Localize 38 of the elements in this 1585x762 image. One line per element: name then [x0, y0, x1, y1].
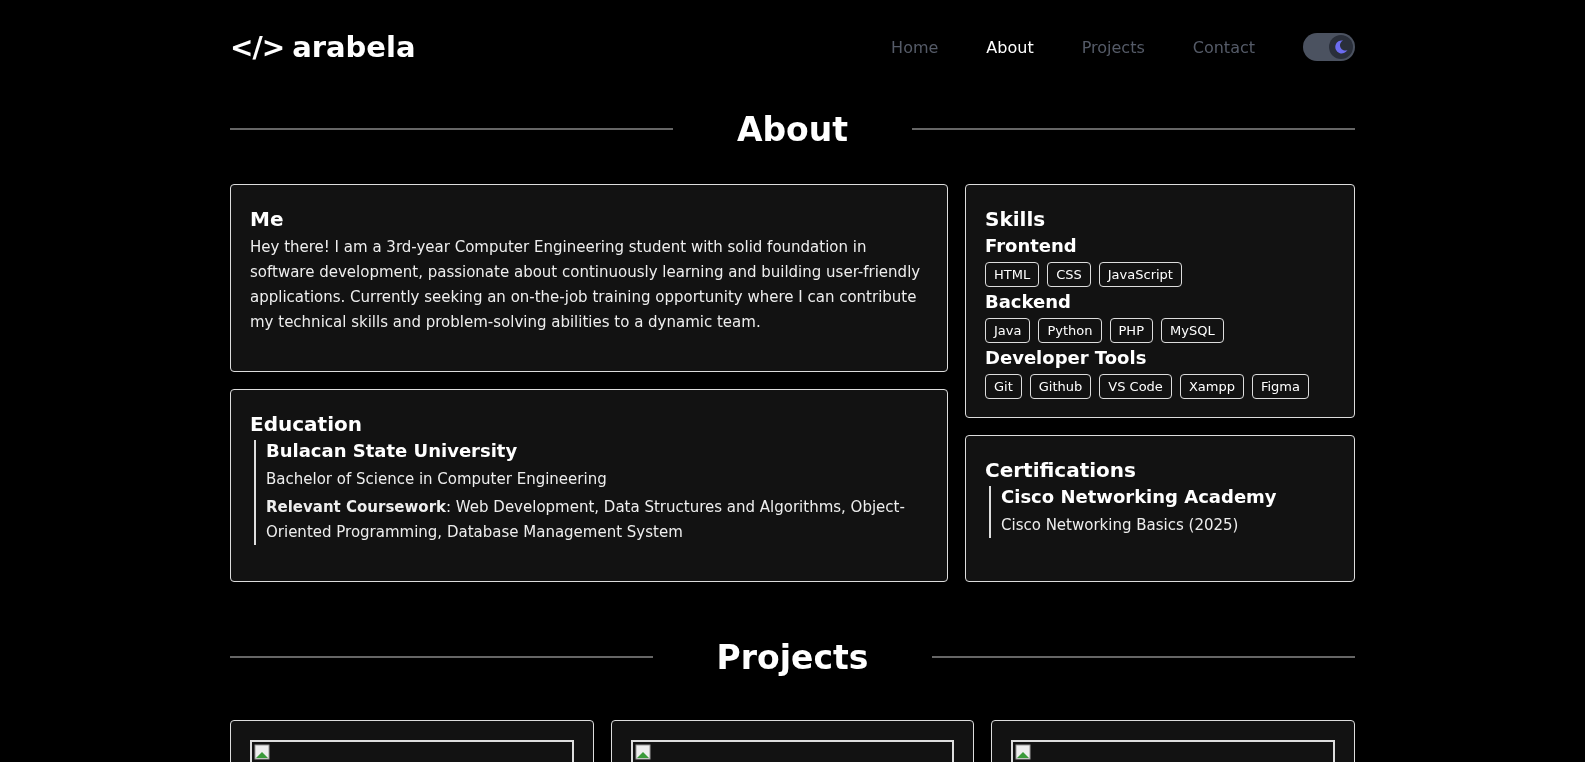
card-title: Me: [250, 207, 285, 231]
section-title: About: [736, 109, 849, 149]
card-title: Education: [250, 412, 363, 436]
section-title: Projects: [716, 637, 869, 677]
degree-text: Bachelor of Science in Computer Engineering: [266, 469, 608, 490]
skill-tag: Git: [985, 374, 1022, 399]
broken-image-icon: [254, 744, 270, 760]
card-title: Certifications: [985, 458, 1137, 482]
skill-tag: HTML: [985, 262, 1040, 287]
skill-tag: PHP: [1109, 318, 1153, 343]
skill-tag: Java: [985, 318, 1031, 343]
card-title: Skills: [985, 207, 1047, 231]
skill-tag: JavaScript: [1098, 262, 1182, 287]
logo-mark: </>: [230, 30, 285, 64]
skill-group-title: Developer Tools: [985, 347, 1148, 368]
nav-link[interactable]: Projects: [1081, 37, 1145, 57]
skill-tag: Github: [1029, 374, 1092, 399]
broken-image-icon: [634, 744, 651, 760]
skill-tag: MySQL: [1161, 318, 1224, 343]
coursework-text: Relevant Coursework: Web Development, Data Structures and Algorithms, Object-Oriented Programming, Database Management System: [266, 497, 906, 543]
skill-group-title: Backend: [985, 291, 1072, 312]
school-name: Bulacan State University: [266, 440, 519, 461]
nav-link[interactable]: About: [986, 37, 1034, 57]
nav-link[interactable]: Home: [891, 37, 939, 57]
nav-link[interactable]: Contact: [1192, 37, 1255, 57]
skill-tag: Figma: [1251, 374, 1309, 399]
skill-tag: Xampp: [1179, 374, 1244, 399]
issuer-name: Cisco Networking Academy: [1001, 486, 1278, 507]
logo-text: arabela: [292, 30, 416, 64]
bio-text: Hey there! I am a 3rd-year Computer Engineering student with solid foundation in software development, passionate about continuously learning and building user-friendly applications. Currently seeking an on-the-job training opportunity where I can contribute my technical skills and problem-solving abilities to a dynamic team.: [250, 237, 922, 333]
broken-image-icon: [1015, 744, 1032, 760]
moon-icon: [1333, 39, 1349, 55]
certificate-name: Cisco Networking Basics (2025): [1001, 515, 1240, 536]
skill-tag: Python: [1038, 318, 1102, 343]
skill-tag: VS Code: [1099, 374, 1172, 399]
skill-group-title: Frontend: [985, 235, 1078, 256]
skill-tag: CSS: [1047, 262, 1091, 287]
theme-toggle[interactable]: [1303, 33, 1355, 61]
